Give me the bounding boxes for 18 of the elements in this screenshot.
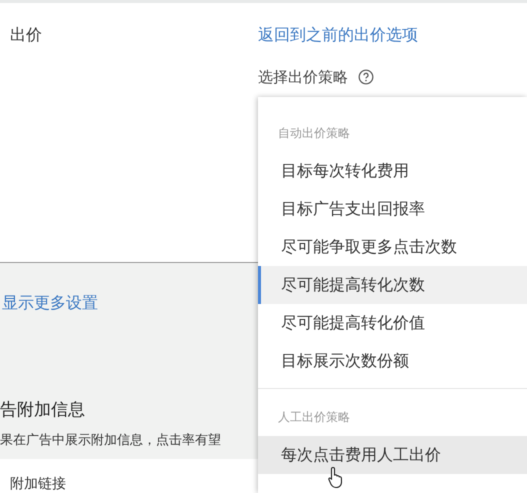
- description-text: 果在广告中展示附加信息，点击率有望: [0, 432, 221, 449]
- section-title: 告附加信息: [0, 399, 85, 421]
- help-icon[interactable]: [358, 69, 374, 86]
- menu-item[interactable]: 目标广告支出回报率: [258, 190, 527, 228]
- menu-item[interactable]: 每次点击费用人工出价: [258, 436, 527, 474]
- menu-item[interactable]: 目标每次转化费用: [258, 152, 527, 190]
- strategy-label: 选择出价策略: [258, 68, 348, 87]
- menu-item[interactable]: 尽可能提高转化价值: [258, 304, 527, 342]
- section-label: 出价: [10, 24, 43, 46]
- card-label: 附加链接: [10, 476, 66, 492]
- hand-cursor-icon: [328, 466, 344, 488]
- group-header: 自动出价策略: [277, 125, 351, 142]
- back-link[interactable]: 返回到之前的出价选项: [258, 24, 418, 46]
- menu-item[interactable]: 尽可能提高转化次数: [258, 266, 527, 304]
- menu-item[interactable]: 尽可能争取更多点击次数: [258, 228, 527, 266]
- group-header: 人工出价策略: [277, 409, 351, 426]
- more-settings-link[interactable]: 显示更多设置: [2, 293, 98, 314]
- menu-item[interactable]: 目标展示次数份额: [258, 342, 527, 380]
